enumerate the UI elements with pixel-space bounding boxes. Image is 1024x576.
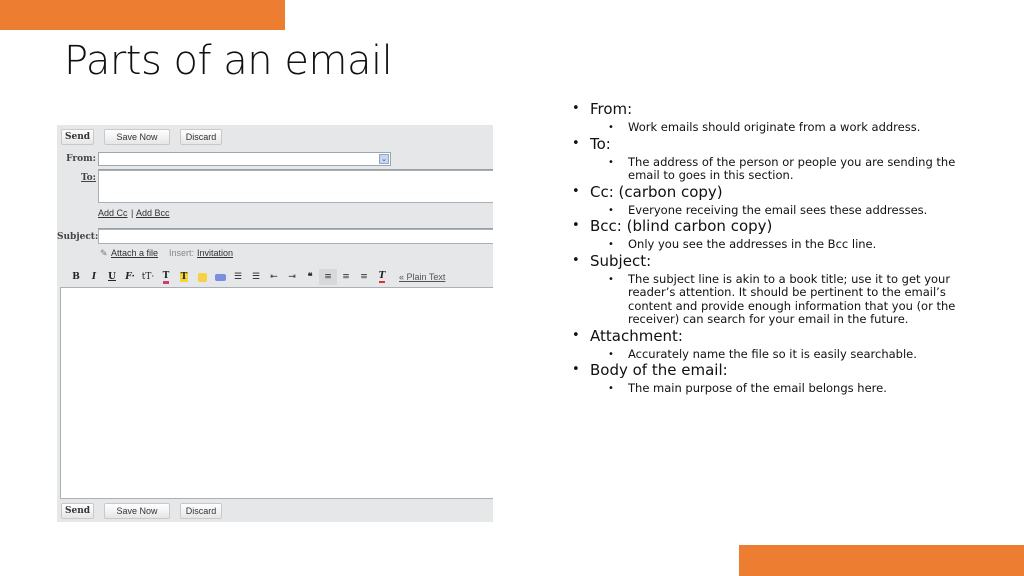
subject-label: Subject:: [57, 232, 99, 242]
bullet-detail: Accurately name the file so it is easily…: [572, 347, 972, 362]
from-label: From:: [66, 154, 96, 164]
add-bcc-link[interactable]: Add Bcc: [136, 208, 170, 218]
bullet-item-cc: Cc: (carbon copy) Everyone receiving the…: [572, 183, 972, 218]
message-body-field[interactable]: [60, 287, 493, 499]
email-compose-window: Send Save Now Discard From: ⌄ To: Add Cc…: [57, 125, 493, 522]
save-now-button-top[interactable]: Save Now: [104, 129, 170, 145]
emoticon-icon[interactable]: [193, 269, 211, 285]
bullet-item-bcc: Bcc: (blind carbon copy) Only you see th…: [572, 217, 972, 252]
underline-icon[interactable]: U: [103, 269, 121, 285]
bullet-heading: From:: [572, 100, 972, 118]
indent-less-icon[interactable]: ⇤: [265, 269, 283, 285]
bullet-heading: Subject:: [572, 252, 972, 270]
slide-title: Parts of an email: [64, 38, 393, 84]
align-center-icon[interactable]: ≡: [337, 269, 355, 285]
formatting-toolbar: B I U F· tT· T T ☰ ☰ ⇤ ⇥ ❝ ≡ ≡ ≡ T « Pla…: [67, 269, 445, 285]
plain-text-link[interactable]: « Plain Text: [399, 272, 445, 282]
discard-button-top[interactable]: Discard: [180, 129, 222, 145]
bullet-item-attachment: Attachment: Accurately name the file so …: [572, 327, 972, 362]
bullet-item-to: To: The address of the person or people …: [572, 135, 972, 183]
add-cc-link[interactable]: Add Cc: [98, 208, 128, 218]
bullet-heading: Attachment:: [572, 327, 972, 345]
insert-label: Insert:: [169, 248, 195, 258]
discard-button-bottom[interactable]: Discard: [180, 503, 222, 519]
bullet-heading: Body of the email:: [572, 361, 972, 379]
font-size-icon[interactable]: tT·: [139, 269, 157, 285]
bullet-heading: To:: [572, 135, 972, 153]
remove-formatting-icon[interactable]: T: [373, 269, 391, 285]
quote-icon[interactable]: ❝: [301, 269, 319, 285]
send-button-top[interactable]: Send: [61, 129, 94, 145]
align-right-icon[interactable]: ≡: [355, 269, 373, 285]
bullet-detail: The main purpose of the email belongs he…: [572, 381, 972, 396]
bullet-detail: Everyone receiving the email sees these …: [572, 203, 972, 218]
numbered-list-icon[interactable]: ☰: [229, 269, 247, 285]
align-left-icon[interactable]: ≡: [319, 269, 337, 285]
invitation-link[interactable]: Invitation: [197, 248, 233, 258]
accent-bar-bottom: [739, 545, 1024, 576]
bullet-detail: The subject line is akin to a book title…: [572, 272, 972, 327]
bold-icon[interactable]: B: [67, 269, 85, 285]
save-now-button-bottom[interactable]: Save Now: [104, 503, 170, 519]
to-label[interactable]: To:: [57, 173, 96, 183]
bullet-detail: Work emails should originate from a work…: [572, 120, 972, 135]
indent-more-icon[interactable]: ⇥: [283, 269, 301, 285]
bullet-list: From: Work emails should originate from …: [572, 100, 972, 396]
chevron-down-icon[interactable]: ⌄: [379, 154, 389, 164]
to-field[interactable]: [98, 170, 493, 203]
bullet-heading: Bcc: (blind carbon copy): [572, 217, 972, 235]
send-button-bottom[interactable]: Send: [61, 503, 94, 519]
bullet-item-from: From: Work emails should originate from …: [572, 100, 972, 135]
bulleted-list-icon[interactable]: ☰: [247, 269, 265, 285]
paperclip-icon: ✎: [100, 248, 108, 258]
attach-file-link[interactable]: Attach a file: [111, 248, 158, 258]
bullet-detail: The address of the person or people you …: [572, 155, 972, 183]
bullet-heading: Cc: (carbon copy): [572, 183, 972, 201]
link-separator: |: [131, 208, 134, 218]
link-icon[interactable]: [211, 269, 229, 285]
accent-bar-top: [0, 0, 285, 30]
text-color-icon[interactable]: T: [157, 269, 175, 285]
subject-field[interactable]: [98, 229, 493, 244]
from-select[interactable]: ⌄: [98, 152, 391, 166]
highlight-color-icon[interactable]: T: [175, 269, 193, 285]
italic-icon[interactable]: I: [85, 269, 103, 285]
bullet-item-subject: Subject: The subject line is akin to a b…: [572, 252, 972, 327]
bullet-detail: Only you see the addresses in the Bcc li…: [572, 237, 972, 252]
font-icon[interactable]: F·: [121, 269, 139, 285]
bullet-item-body: Body of the email: The main purpose of t…: [572, 361, 972, 396]
